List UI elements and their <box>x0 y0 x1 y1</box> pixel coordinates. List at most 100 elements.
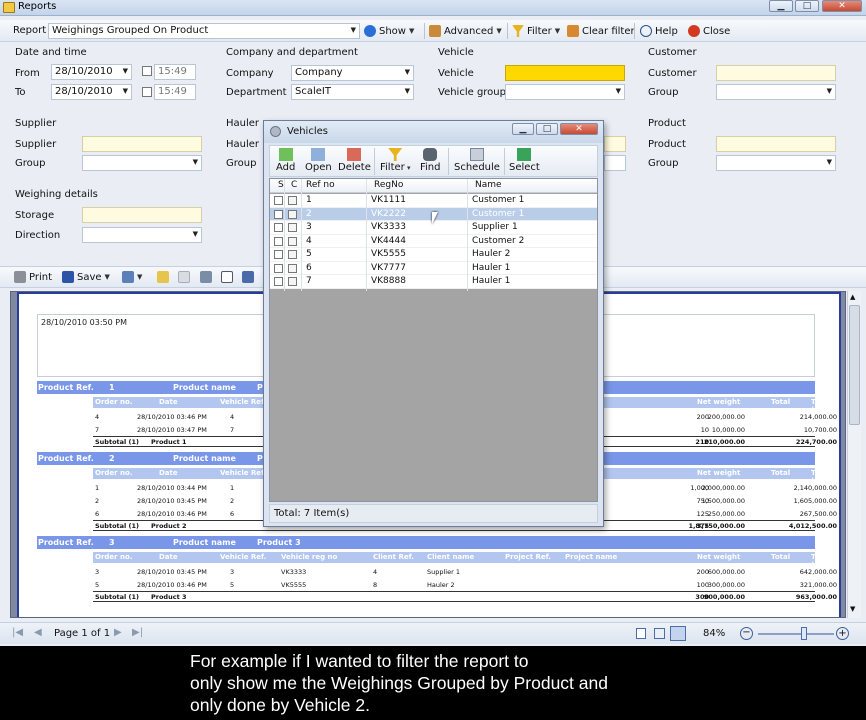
col-regno[interactable]: RegNo <box>374 180 403 190</box>
cell-name: Customer 2 <box>472 235 525 246</box>
single-page-icon[interactable] <box>636 628 646 639</box>
vehicle-input[interactable] <box>505 65 625 81</box>
page-setup-button[interactable] <box>221 269 233 285</box>
vehicle-row[interactable]: 7 VK8888 Hauler 1 <box>270 275 597 289</box>
select-button[interactable]: Select <box>509 148 540 173</box>
product-input[interactable] <box>716 136 836 152</box>
zoom-slider-thumb[interactable] <box>801 627 807 640</box>
from-label: From <box>15 68 40 79</box>
dialog-minimize-button[interactable]: ▁ <box>512 123 534 135</box>
save-button[interactable]: Save ▼ <box>62 269 110 285</box>
report-vertical-scrollbar[interactable]: ▲ ▼ <box>847 291 861 618</box>
schedule-button[interactable]: Schedule <box>454 148 500 173</box>
row-select-checkbox[interactable] <box>274 263 283 273</box>
close-button[interactable]: Close <box>688 23 730 39</box>
row-select-checkbox[interactable] <box>274 236 283 246</box>
report-select[interactable]: Weighings Grouped On Product <box>48 23 360 39</box>
direction-select[interactable] <box>82 227 202 243</box>
cell-client-ref: 8 <box>373 581 378 589</box>
row-check-checkbox[interactable] <box>288 209 297 219</box>
supplier-group-select[interactable] <box>82 155 202 171</box>
copy-button[interactable] <box>178 269 190 285</box>
dialog-maximize-button[interactable]: □ <box>536 123 558 135</box>
vehicle-group-select[interactable] <box>505 84 625 100</box>
row-select-checkbox[interactable] <box>274 250 283 259</box>
clear-filter-button[interactable]: Clear filter <box>567 23 635 39</box>
scroll-thumb[interactable] <box>849 305 860 425</box>
advanced-button[interactable]: Advanced ▼ <box>429 23 502 39</box>
open-button[interactable]: Open <box>305 148 332 173</box>
cell-order: 5 <box>95 581 100 589</box>
from-date-input[interactable]: 28/10/2010 <box>51 64 132 80</box>
row-check-checkbox[interactable] <box>288 263 297 273</box>
col-c[interactable]: C <box>291 180 297 190</box>
two-page-icon[interactable] <box>654 628 665 639</box>
page-indicator: Page 1 of 1 <box>54 628 111 639</box>
folder-icon <box>157 271 169 283</box>
first-page-icon[interactable]: |◀ <box>12 627 23 638</box>
company-select[interactable]: Company <box>291 65 414 81</box>
cell-ref: 4 <box>306 235 312 246</box>
window-close-button[interactable]: ✕ <box>822 0 862 12</box>
close-label: Close <box>703 25 731 37</box>
supplier-input[interactable] <box>82 136 202 152</box>
dialog-close-button[interactable]: ✕ <box>560 123 598 135</box>
cell-date: 28/10/2010 03:45 PM <box>137 568 207 576</box>
from-time-input[interactable]: 15:49 <box>154 64 196 80</box>
vehicle-row[interactable]: 4 VK4444 Customer 2 <box>270 234 597 248</box>
cell-vehicle-ref: 5 <box>230 581 235 589</box>
last-page-icon[interactable]: ▶| <box>132 627 143 638</box>
multi-page-icon[interactable] <box>670 626 686 641</box>
band-product-name: P <box>257 383 263 392</box>
row-check-checkbox[interactable] <box>288 196 297 205</box>
row-check-checkbox[interactable] <box>288 277 297 286</box>
zoom-slider-track[interactable] <box>758 633 834 635</box>
scroll-down-icon[interactable]: ▼ <box>850 605 855 613</box>
storage-input[interactable] <box>82 207 202 223</box>
to-time-input[interactable]: 15:49 <box>154 84 196 100</box>
filter-button[interactable]: Filter ▼ <box>512 23 560 39</box>
department-select[interactable]: ScaleIT <box>291 84 414 100</box>
next-page-icon[interactable]: ▶ <box>114 627 122 638</box>
customer-input[interactable] <box>716 65 836 81</box>
zoom-out-icon[interactable]: − <box>740 627 753 640</box>
dialog-filter-button[interactable]: Filter ▾ <box>380 148 411 173</box>
print-button[interactable]: Print <box>14 269 52 285</box>
product-group-select[interactable] <box>716 155 836 171</box>
row-select-checkbox[interactable] <box>274 196 283 205</box>
scroll-up-icon[interactable]: ▲ <box>850 293 855 301</box>
to-time-checkbox[interactable] <box>142 87 152 97</box>
hidden-field-edge <box>604 155 626 171</box>
vehicle-row[interactable]: 5 VK5555 Hauler 2 <box>270 248 597 262</box>
layout-button[interactable] <box>242 269 254 285</box>
to-date-input[interactable]: 28/10/2010 <box>51 84 132 100</box>
export-button[interactable]: ▼ <box>122 269 142 285</box>
row-check-checkbox[interactable] <box>288 236 297 246</box>
row-select-checkbox[interactable] <box>274 223 283 232</box>
row-check-checkbox[interactable] <box>288 250 297 259</box>
edit-button[interactable] <box>200 269 212 285</box>
cell-ref: 5 <box>306 249 312 259</box>
row-select-checkbox[interactable] <box>274 209 283 219</box>
minimize-button[interactable]: ▁ <box>769 0 793 12</box>
add-button[interactable]: Add <box>276 148 295 173</box>
zoom-in-icon[interactable]: + <box>836 627 849 640</box>
prev-page-icon[interactable]: ◀ <box>34 627 42 638</box>
maximize-button[interactable]: □ <box>795 0 819 12</box>
delete-button[interactable]: Delete <box>338 148 371 173</box>
col-s[interactable]: S <box>278 180 284 190</box>
toolbar-separator <box>634 23 635 39</box>
row-select-checkbox[interactable] <box>274 277 283 286</box>
col-ref[interactable]: Ref no <box>306 180 335 190</box>
find-button[interactable]: Find <box>420 148 441 173</box>
row-check-checkbox[interactable] <box>288 223 297 232</box>
vehicle-row[interactable]: 1 VK1111 Customer 1 <box>270 194 597 208</box>
show-button[interactable]: Show ▼ <box>364 23 414 39</box>
from-time-checkbox[interactable] <box>142 66 152 76</box>
vehicle-row[interactable]: 6 VK7777 Hauler 1 <box>270 261 597 275</box>
open-report-button[interactable] <box>157 269 169 285</box>
chevron-down-icon: ▼ <box>104 273 110 281</box>
help-button[interactable]: Help <box>640 23 678 39</box>
customer-group-select[interactable] <box>716 84 836 100</box>
col-name[interactable]: Name <box>475 180 502 190</box>
